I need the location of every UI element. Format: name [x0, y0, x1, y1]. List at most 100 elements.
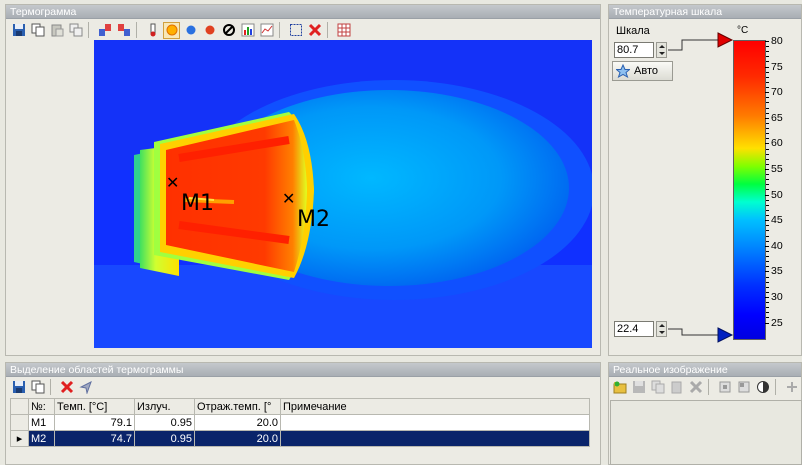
- copy-icon[interactable]: [29, 22, 46, 39]
- cell-temp: 74.7: [54, 430, 135, 447]
- scale-minor-tick: [766, 199, 769, 201]
- sun-icon[interactable]: [163, 21, 180, 39]
- table-row[interactable]: M1 79.1 0.95 20.0: [10, 414, 590, 431]
- panel-title-real-image: Реальное изображение: [609, 363, 801, 377]
- zoom-out-icon[interactable]: [735, 379, 752, 396]
- column-header[interactable]: №:: [28, 398, 55, 415]
- column-header[interactable]: Темп. [°C]: [54, 398, 135, 415]
- scale-tick-label: 75: [765, 61, 783, 73]
- regions-table[interactable]: №: Темп. [°C] Излуч. Отраж.темп. [° Прим…: [10, 398, 590, 447]
- delete-icon[interactable]: [306, 22, 323, 39]
- marker-label: M1: [181, 191, 214, 216]
- cell-emissivity: 0.95: [134, 414, 195, 431]
- scale-tick-label: 25: [765, 316, 783, 329]
- scale-minor-tick: [766, 76, 769, 78]
- scale-minor-tick: [766, 281, 769, 283]
- toolbar-separator: [708, 379, 712, 395]
- cell-note: [280, 430, 590, 447]
- scale-minor-tick: [766, 107, 769, 109]
- cell-reflected-temp: 20.0: [194, 414, 281, 431]
- cold-spot-icon[interactable]: [182, 22, 199, 39]
- scale-minor-tick: [766, 128, 769, 130]
- scale-minor-tick: [766, 133, 769, 135]
- column-header[interactable]: Примечание: [280, 398, 590, 415]
- copy-icon[interactable]: [649, 379, 666, 396]
- save-icon[interactable]: [10, 379, 27, 396]
- toolbar-separator: [50, 379, 54, 395]
- tick-value: 55: [771, 163, 783, 175]
- select-area-icon[interactable]: [287, 22, 304, 39]
- scale-minor-tick: [766, 225, 769, 227]
- color-scale-bar[interactable]: [733, 40, 766, 340]
- scale-tick-label: 55: [765, 163, 783, 175]
- delete-icon[interactable]: [687, 379, 704, 396]
- contrast-icon[interactable]: [754, 379, 771, 396]
- hot-spot-icon[interactable]: [201, 22, 218, 39]
- scale-minor-tick: [766, 230, 769, 232]
- scale-min-input[interactable]: 22.4: [614, 321, 654, 337]
- cell-id: M2: [28, 430, 55, 447]
- scale-minor-tick: [766, 179, 769, 181]
- row-indicator: ▸: [10, 430, 29, 447]
- tick-value: 40: [771, 239, 783, 252]
- scale-minor-tick: [766, 97, 769, 99]
- delete-icon[interactable]: [58, 379, 75, 396]
- scale-minor-tick: [766, 81, 769, 83]
- scale-unit: °C: [737, 25, 749, 36]
- tick-value: 50: [771, 188, 783, 201]
- row-indicator-header: [10, 398, 29, 415]
- open-folder-icon[interactable]: [611, 379, 628, 396]
- rotate-icon[interactable]: [96, 22, 113, 39]
- save-icon[interactable]: [10, 22, 27, 39]
- column-header[interactable]: Излуч.: [134, 398, 195, 415]
- scale-minor-tick: [766, 122, 769, 124]
- grid-icon[interactable]: [335, 22, 352, 39]
- tick-value: 30: [771, 291, 783, 303]
- column-header[interactable]: Отраж.темп. [°: [194, 398, 281, 415]
- scale-minor-tick: [766, 102, 769, 104]
- scale-minor-tick: [766, 312, 769, 314]
- toolbar-separator: [775, 379, 779, 395]
- scale-minor-tick: [766, 286, 769, 288]
- scale-tick-label: 45: [765, 214, 783, 227]
- scale-min-spinner[interactable]: [656, 321, 667, 337]
- flip-icon[interactable]: [115, 22, 132, 39]
- scale-tick-label: 35: [765, 265, 783, 277]
- scale-tick-label: 80: [765, 35, 783, 47]
- histogram-icon[interactable]: [239, 22, 256, 39]
- scale-minor-tick: [766, 204, 769, 206]
- disable-icon[interactable]: [220, 22, 237, 39]
- window-icon[interactable]: [67, 22, 84, 39]
- marker-label: M2: [297, 207, 330, 232]
- scale-minor-tick: [766, 71, 769, 73]
- tick-value: 45: [771, 214, 783, 227]
- copy-icon[interactable]: [29, 379, 46, 396]
- table-row[interactable]: ▸ M2 74.7 0.95 20.0: [10, 430, 590, 447]
- scale-minor-tick: [766, 153, 769, 155]
- save-icon[interactable]: [630, 379, 647, 396]
- toolbar-separator: [136, 22, 140, 38]
- scale-tick-label: 50: [765, 188, 783, 201]
- thermogram-image[interactable]: ✕ M1 ✕ M2: [94, 40, 592, 348]
- panel-title-regions: Выделение областей термограммы: [6, 363, 600, 377]
- star-icon: [616, 64, 630, 78]
- tick-value: 70: [771, 86, 783, 99]
- profile-icon[interactable]: [258, 22, 275, 39]
- thermometer-icon[interactable]: [144, 22, 161, 39]
- paste-icon[interactable]: [48, 22, 65, 39]
- cell-emissivity: 0.95: [134, 430, 195, 447]
- scale-max-spinner[interactable]: [656, 42, 667, 58]
- add-icon[interactable]: [783, 379, 800, 396]
- real-image-view[interactable]: [610, 400, 802, 465]
- scale-minor-tick: [766, 261, 769, 263]
- scale-label: Шкала: [616, 25, 650, 37]
- pointer-icon[interactable]: [77, 379, 94, 396]
- zoom-in-icon[interactable]: [716, 379, 733, 396]
- scale-minor-tick: [766, 209, 769, 211]
- scale-max-input[interactable]: 80.7: [614, 42, 654, 58]
- tick-value: 25: [771, 316, 783, 329]
- paste-icon[interactable]: [668, 379, 685, 396]
- auto-button[interactable]: Авто: [612, 61, 673, 81]
- tick-value: 65: [771, 111, 783, 124]
- toolbar-separator: [279, 22, 283, 38]
